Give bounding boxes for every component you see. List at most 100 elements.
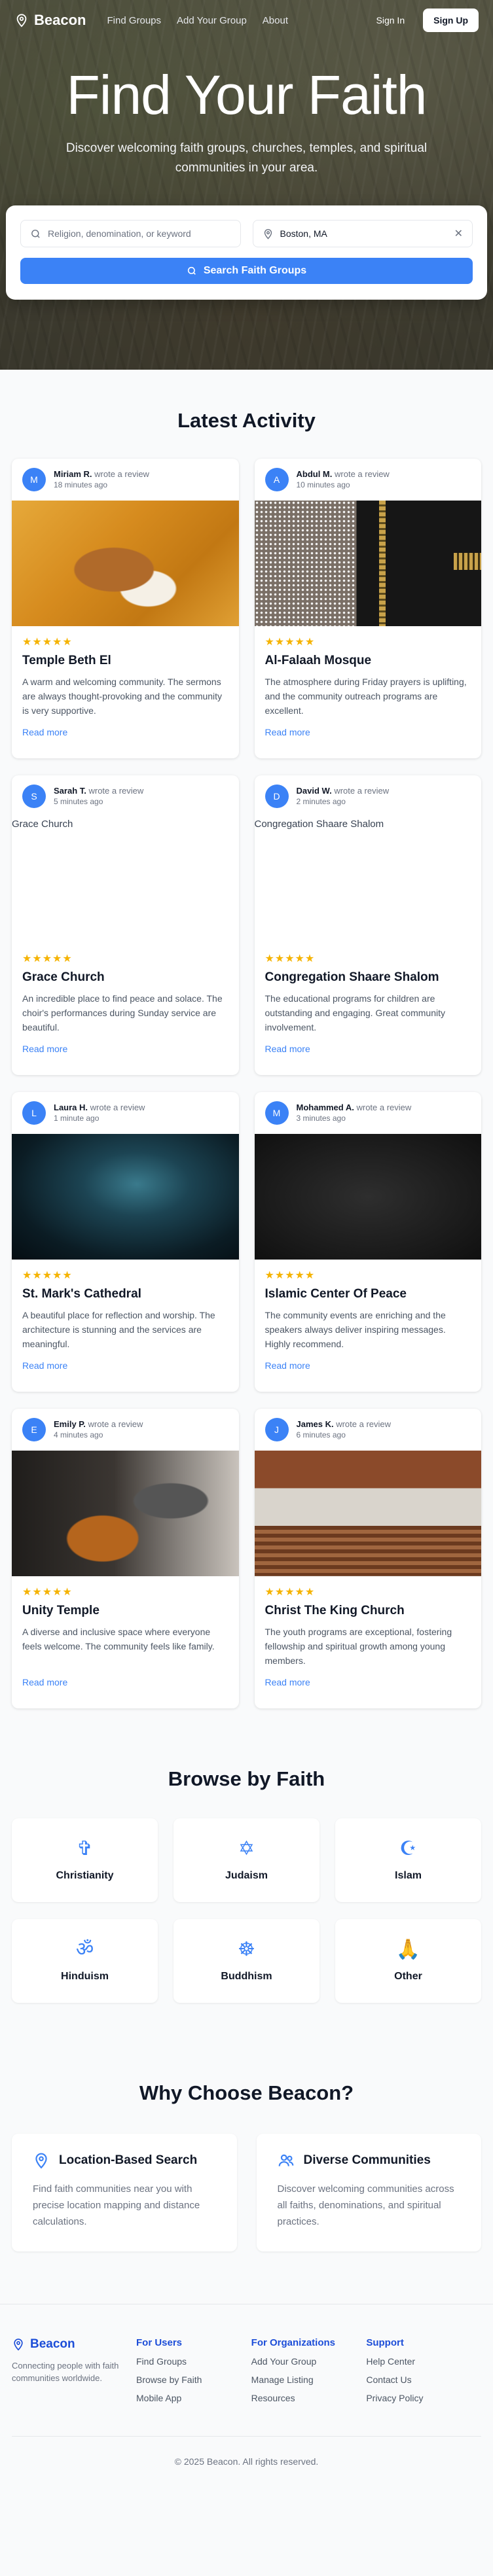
avatar[interactable]: M: [22, 468, 46, 491]
read-more-link[interactable]: Read more: [265, 1677, 471, 1687]
review-time: 10 minutes ago: [296, 480, 350, 489]
review-header: E Emily P. wrote a review 4 minutes ago: [12, 1409, 239, 1451]
footer-link[interactable]: Browse by Faith: [136, 2374, 251, 2385]
footer-link[interactable]: Add Your Group: [251, 2356, 367, 2367]
broken-image-alt: Congregation Shaare Shalom: [254, 819, 384, 830]
faith-card-buddhism[interactable]: ☸ Buddhism: [173, 1919, 320, 2003]
location-input[interactable]: Boston, MA ✕: [252, 220, 473, 247]
search-faith-groups-button[interactable]: Search Faith Groups: [20, 258, 473, 284]
brand-logo[interactable]: Beacon: [14, 12, 86, 29]
place-image[interactable]: [12, 1451, 239, 1576]
activity-grid: M Miriam R. wrote a review 18 minutes ago ★…: [12, 459, 481, 1708]
star-of-david-icon: ✡: [238, 1838, 255, 1860]
read-more-link[interactable]: Read more: [22, 1360, 228, 1371]
faith-card-hinduism[interactable]: ॐ Hinduism: [12, 1919, 158, 2003]
footer-heading: For Users: [136, 2337, 183, 2348]
place-name[interactable]: Al-Falaah Mosque: [265, 654, 471, 668]
clear-location-icon[interactable]: ✕: [454, 227, 463, 240]
footer-link[interactable]: Privacy Policy: [366, 2393, 481, 2403]
read-more-link[interactable]: Read more: [22, 727, 228, 737]
place-name[interactable]: St. Mark's Cathedral: [22, 1287, 228, 1301]
reviewer-name[interactable]: James K.: [297, 1419, 334, 1429]
place-image[interactable]: Congregation Shaare Shalom: [254, 817, 481, 943]
footer-brand-name[interactable]: Beacon: [30, 2337, 75, 2352]
place-name[interactable]: Congregation Shaare Shalom: [265, 970, 471, 985]
reviewer-name[interactable]: Miriam R.: [54, 469, 92, 479]
avatar[interactable]: D: [265, 785, 289, 808]
reviewer-name[interactable]: Mohammed A.: [297, 1103, 354, 1112]
read-more-link[interactable]: Read more: [265, 1360, 471, 1371]
faith-label: Christianity: [56, 1870, 114, 1881]
read-more-link[interactable]: Read more: [22, 1044, 228, 1054]
review-text: The community events are enriching and t…: [265, 1310, 446, 1349]
broken-image-alt: Grace Church: [12, 819, 73, 830]
review-card[interactable]: A Abdul M. wrote a review 10 minutes ago ★★…: [254, 459, 481, 758]
nav-link-add-group[interactable]: Add Your Group: [177, 15, 247, 26]
avatar[interactable]: J: [265, 1418, 289, 1441]
read-more-link[interactable]: Read more: [265, 1044, 471, 1054]
sign-in-link[interactable]: Sign In: [376, 15, 405, 26]
faith-card-islam[interactable]: ☪ Islam: [335, 1818, 481, 1902]
review-card[interactable]: M Mohammed A. wrote a review 3 minutes ago…: [254, 1092, 481, 1392]
avatar[interactable]: L: [22, 1101, 46, 1125]
place-image[interactable]: [12, 1134, 239, 1260]
review-action: wrote a review: [334, 786, 390, 796]
footer-link[interactable]: Resources: [251, 2393, 367, 2403]
star-rating: ★★★★★: [265, 637, 316, 648]
reviewer-name[interactable]: David W.: [297, 786, 332, 796]
search-panel: Religion, denomination, or keyword Bosto…: [6, 205, 487, 300]
review-card[interactable]: L Laura H. wrote a review 1 minute ago ★★★★…: [12, 1092, 239, 1392]
reviewer-name[interactable]: Abdul M.: [297, 469, 333, 479]
latest-activity-title: Latest Activity: [177, 409, 316, 432]
avatar[interactable]: A: [265, 468, 289, 491]
sign-up-button[interactable]: Sign Up: [423, 9, 479, 32]
place-image[interactable]: [12, 501, 239, 626]
crescent-icon: ☪: [399, 1838, 417, 1860]
avatar[interactable]: S: [22, 785, 46, 808]
feature-text: Discover welcoming communities across al…: [277, 2183, 454, 2227]
review-text: A beautiful place for reflection and wor…: [22, 1310, 215, 1349]
keyword-search-input[interactable]: Religion, denomination, or keyword: [20, 220, 241, 247]
review-action: wrote a review: [90, 1103, 145, 1112]
reviewer-name[interactable]: Laura H.: [54, 1103, 88, 1112]
star-rating: ★★★★★: [22, 1270, 73, 1281]
footer-link[interactable]: Help Center: [366, 2356, 481, 2367]
footer-link[interactable]: Contact Us: [366, 2374, 481, 2385]
review-card[interactable]: M Miriam R. wrote a review 18 minutes ago ★…: [12, 459, 239, 758]
review-card[interactable]: E Emily P. wrote a review 4 minutes ago ★★★…: [12, 1409, 239, 1708]
review-card[interactable]: S Sarah T. wrote a review 5 minutes ago Gra…: [12, 775, 239, 1075]
faith-card-other[interactable]: 🙏 Other: [335, 1919, 481, 2003]
review-text: An incredible place to find peace and so…: [22, 993, 223, 1032]
read-more-link[interactable]: Read more: [22, 1677, 228, 1687]
avatar[interactable]: E: [22, 1418, 46, 1441]
faith-card-judaism[interactable]: ✡ Judaism: [173, 1818, 320, 1902]
place-image[interactable]: Grace Church: [12, 817, 239, 943]
place-name[interactable]: Temple Beth El: [22, 654, 228, 668]
review-action: wrote a review: [94, 469, 149, 479]
place-name[interactable]: Christ The King Church: [265, 1604, 471, 1618]
review-card[interactable]: J James K. wrote a review 6 minutes ago ★★★…: [254, 1409, 481, 1708]
faith-card-christianity[interactable]: ✞ Christianity: [12, 1818, 158, 1902]
review-header: S Sarah T. wrote a review 5 minutes ago: [12, 775, 239, 817]
browse-by-faith-section: Browse by Faith ✞ Christianity ✡ Judaism ☪…: [0, 1721, 493, 2022]
place-image[interactable]: [254, 1134, 481, 1260]
place-name[interactable]: Grace Church: [22, 970, 228, 985]
read-more-link[interactable]: Read more: [265, 727, 471, 737]
nav-link-about[interactable]: About: [263, 15, 288, 26]
footer-link[interactable]: Mobile App: [136, 2393, 251, 2403]
star-rating: ★★★★★: [22, 1587, 73, 1598]
avatar[interactable]: M: [265, 1101, 289, 1125]
nav-link-find-groups[interactable]: Find Groups: [107, 15, 161, 26]
footer-link[interactable]: Find Groups: [136, 2356, 251, 2367]
reviewer-name[interactable]: Emily P.: [54, 1419, 86, 1429]
place-image[interactable]: [254, 501, 481, 626]
star-rating: ★★★★★: [265, 1270, 316, 1281]
place-image[interactable]: [254, 1451, 481, 1576]
place-name[interactable]: Unity Temple: [22, 1604, 228, 1618]
search-button-label: Search Faith Groups: [203, 265, 307, 276]
footer-link[interactable]: Manage Listing: [251, 2374, 367, 2385]
review-card[interactable]: D David W. wrote a review 2 minutes ago Con…: [254, 775, 481, 1075]
place-name[interactable]: Islamic Center Of Peace: [265, 1287, 471, 1301]
review-text: A diverse and inclusive space where ever…: [22, 1627, 215, 1651]
reviewer-name[interactable]: Sarah T.: [54, 786, 86, 796]
